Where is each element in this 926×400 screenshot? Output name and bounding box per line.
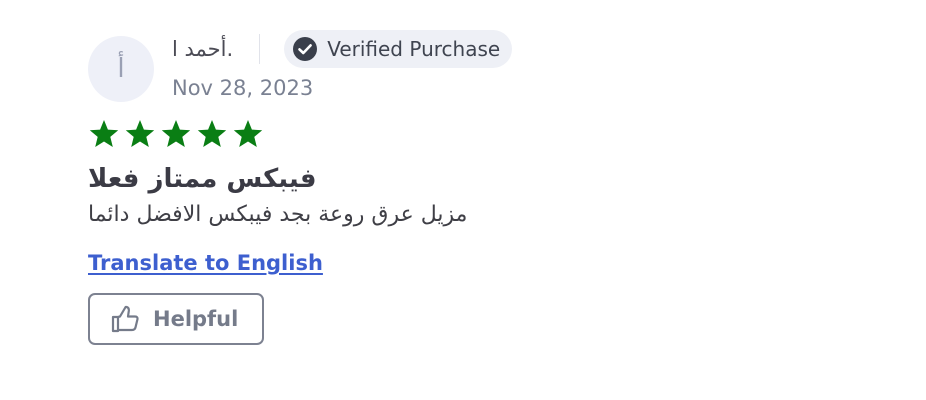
review-body: مزيل عرق روعة بجد فيبكس الافضل دائما — [88, 202, 468, 227]
avatar-initial: أ — [117, 54, 125, 84]
divider — [259, 34, 261, 64]
star-icon — [89, 120, 119, 147]
star-icon — [161, 120, 191, 147]
star-icon — [125, 120, 155, 147]
author-name: أحمد ا. — [172, 37, 234, 61]
review-card: أ أحمد ا. Verified Purchase Nov 28, 2023… — [88, 30, 888, 345]
review-title: فيبكس ممتاز فعلا — [88, 164, 317, 194]
avatar: أ — [88, 36, 154, 102]
thumbs-up-icon — [111, 305, 139, 333]
check-circle-icon — [293, 37, 318, 61]
star-icon — [233, 120, 263, 147]
helpful-button[interactable]: Helpful — [88, 293, 264, 345]
author-info: أحمد ا. Verified Purchase Nov 28, 2023 — [172, 30, 513, 100]
star-icon — [197, 120, 227, 147]
translate-link[interactable]: Translate to English — [88, 251, 323, 275]
helpful-label: Helpful — [153, 307, 239, 331]
verified-label: Verified Purchase — [327, 37, 501, 61]
review-date: Nov 28, 2023 — [172, 76, 314, 100]
verified-badge: Verified Purchase — [284, 30, 513, 68]
author-row: أحمد ا. Verified Purchase — [172, 30, 513, 68]
star-rating — [88, 118, 888, 154]
review-header: أ أحمد ا. Verified Purchase Nov 28, 2023 — [88, 30, 888, 102]
